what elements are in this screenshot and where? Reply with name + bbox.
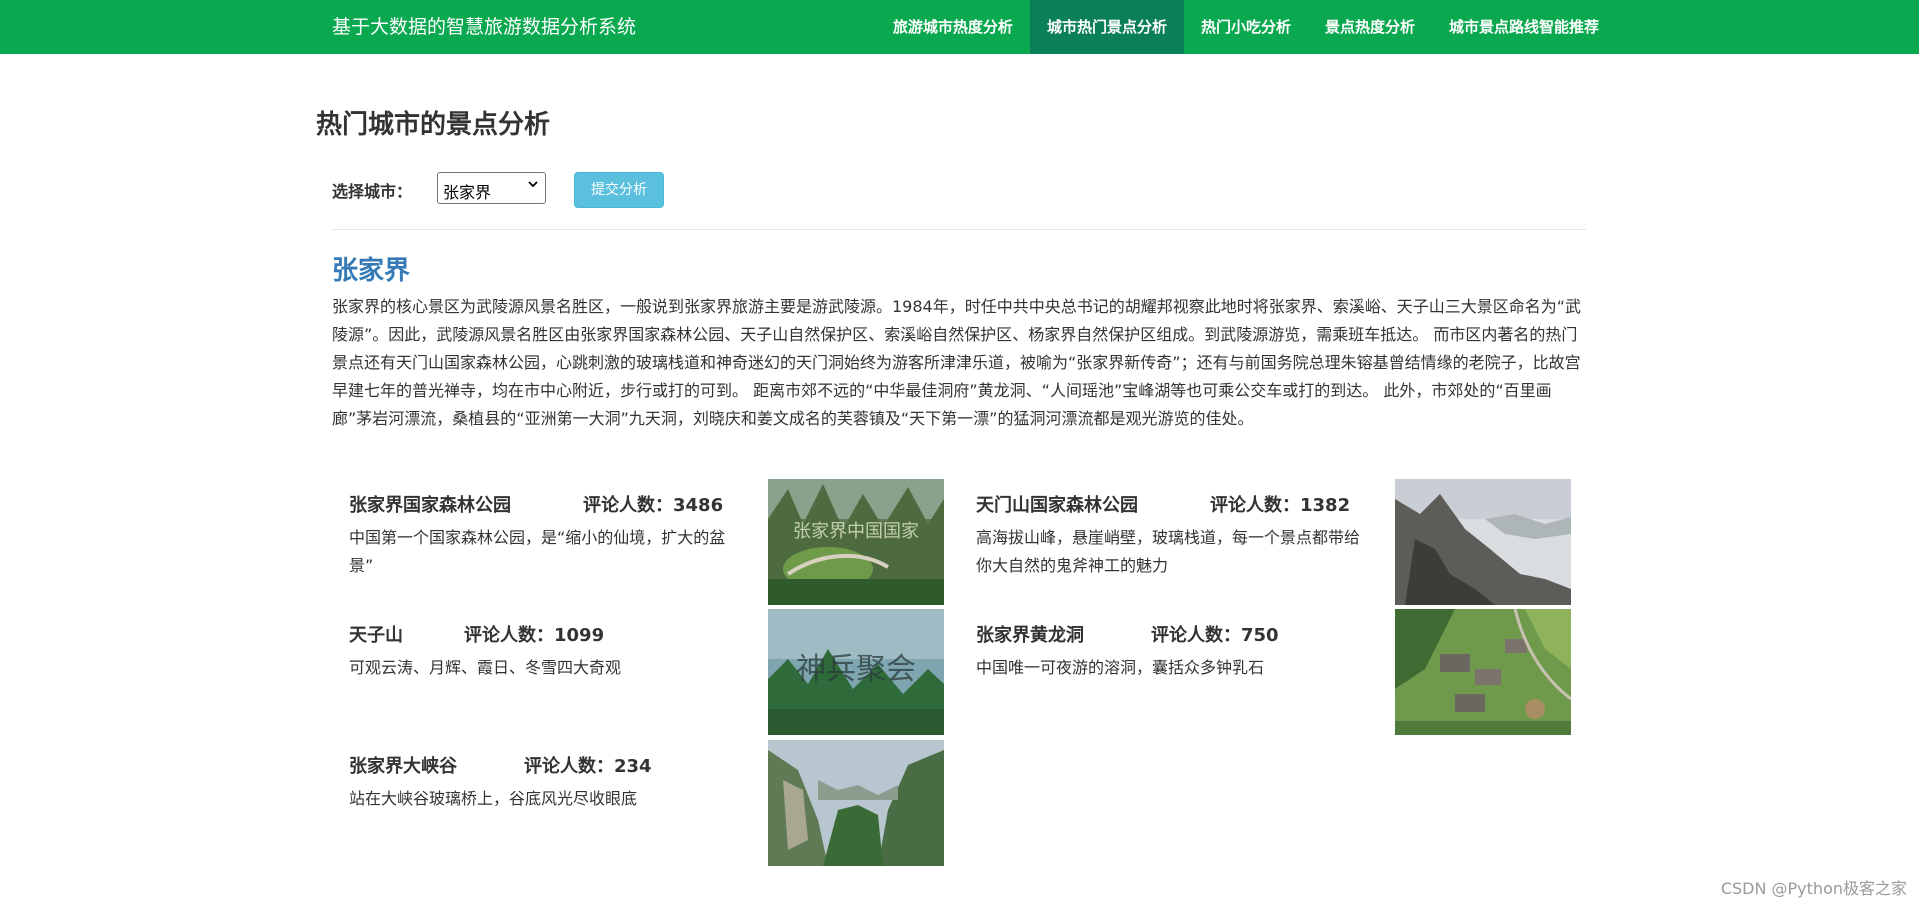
spot-name: 天子山 bbox=[349, 625, 403, 646]
spot-image-caption: 神兵聚会 bbox=[796, 652, 916, 687]
nav-item-snacks[interactable]: 热门小吃分析 bbox=[1184, 0, 1308, 54]
nav-item-city-spots[interactable]: 城市热门景点分析 bbox=[1029, 0, 1184, 54]
city-name-heading: 张家界 bbox=[332, 256, 411, 286]
spot-review-count: 评论人数：3486 bbox=[583, 495, 724, 516]
nav-item-route-recommend[interactable]: 城市景点路线智能推荐 bbox=[1432, 0, 1616, 54]
spot-card: 张家界国家森林公园 评论人数：3486 中国第一个国家森林公园，是“缩小的仙境，… bbox=[332, 479, 944, 605]
spot-image-caption: 张家界中国国家 bbox=[793, 521, 919, 542]
spot-description: 中国唯一可夜游的溶洞，囊括众多钟乳石 bbox=[976, 658, 1265, 677]
spot-name: 张家界国家森林公园 bbox=[349, 495, 511, 516]
app-title[interactable]: 基于大数据的智慧旅游数据分析系统 bbox=[332, 0, 636, 54]
spot-card: 天子山 评论人数：1099 可观云涛、月辉、霞日、冬雪四大奇观 神兵聚会 bbox=[332, 609, 944, 735]
nav-item-city-heat[interactable]: 旅游城市热度分析 bbox=[876, 0, 1030, 54]
spot-card: 张家界大峡谷 评论人数：234 站在大峡谷玻璃桥上，谷底风光尽收眼底 bbox=[332, 740, 944, 866]
spot-review-count: 评论人数：1099 bbox=[464, 625, 605, 646]
spot-description: 站在大峡谷玻璃桥上，谷底风光尽收眼底 bbox=[349, 789, 638, 808]
top-navbar: 基于大数据的智慧旅游数据分析系统 旅游城市热度分析 城市热门景点分析 热门小吃分… bbox=[0, 0, 1919, 54]
spot-description: 中国第一个国家森林公园，是“缩小的仙境，扩大的盆景” bbox=[349, 528, 726, 575]
spot-image: 张家界中国国家 bbox=[768, 479, 944, 605]
city-select-form: 选择城市： 张家界 提交分析 bbox=[332, 170, 1586, 208]
spot-review-count: 评论人数：1382 bbox=[1210, 495, 1351, 516]
chevron-down-icon bbox=[527, 178, 539, 193]
spot-image: 神兵聚会 bbox=[768, 609, 944, 735]
submit-analysis-button[interactable]: 提交分析 bbox=[574, 172, 664, 208]
spot-image bbox=[1395, 479, 1571, 605]
divider bbox=[332, 229, 1586, 230]
nav-menu: 旅游城市热度分析 城市热门景点分析 热门小吃分析 景点热度分析 城市景点路线智能… bbox=[876, 0, 1616, 54]
spot-image bbox=[1395, 609, 1571, 735]
city-description: 张家界的核心景区为武陵源风景名胜区，一般说到张家界旅游主要是游武陵源。1984年… bbox=[332, 297, 1582, 428]
spot-card: 天门山国家森林公园 评论人数：1382 高海拔山峰，悬崖峭壁，玻璃栈道，每一个景… bbox=[959, 479, 1571, 605]
spot-name: 张家界黄龙洞 bbox=[976, 625, 1084, 646]
spot-image bbox=[768, 740, 944, 866]
page-title: 热门城市的景点分析 bbox=[316, 110, 551, 140]
nav-item-spot-heat[interactable]: 景点热度分析 bbox=[1308, 0, 1432, 54]
watermark: CSDN @Python极客之家 bbox=[1720, 879, 1907, 898]
spot-description: 高海拔山峰，悬崖峭壁，玻璃栈道，每一个景点都带给你大自然的鬼斧神工的魅力 bbox=[976, 528, 1361, 575]
spot-review-count: 评论人数：234 bbox=[524, 756, 652, 777]
spot-description: 可观云涛、月辉、霞日、冬雪四大奇观 bbox=[349, 658, 622, 677]
spot-review-count: 评论人数：750 bbox=[1151, 625, 1279, 646]
spot-name: 张家界大峡谷 bbox=[349, 756, 457, 777]
spot-name: 天门山国家森林公园 bbox=[976, 495, 1138, 516]
spot-card: 张家界黄龙洞 评论人数：750 中国唯一可夜游的溶洞，囊括众多钟乳石 bbox=[959, 609, 1571, 735]
city-select-value: 张家界 bbox=[443, 183, 492, 202]
city-select[interactable]: 张家界 bbox=[437, 172, 546, 204]
city-select-label: 选择城市： bbox=[332, 182, 413, 201]
